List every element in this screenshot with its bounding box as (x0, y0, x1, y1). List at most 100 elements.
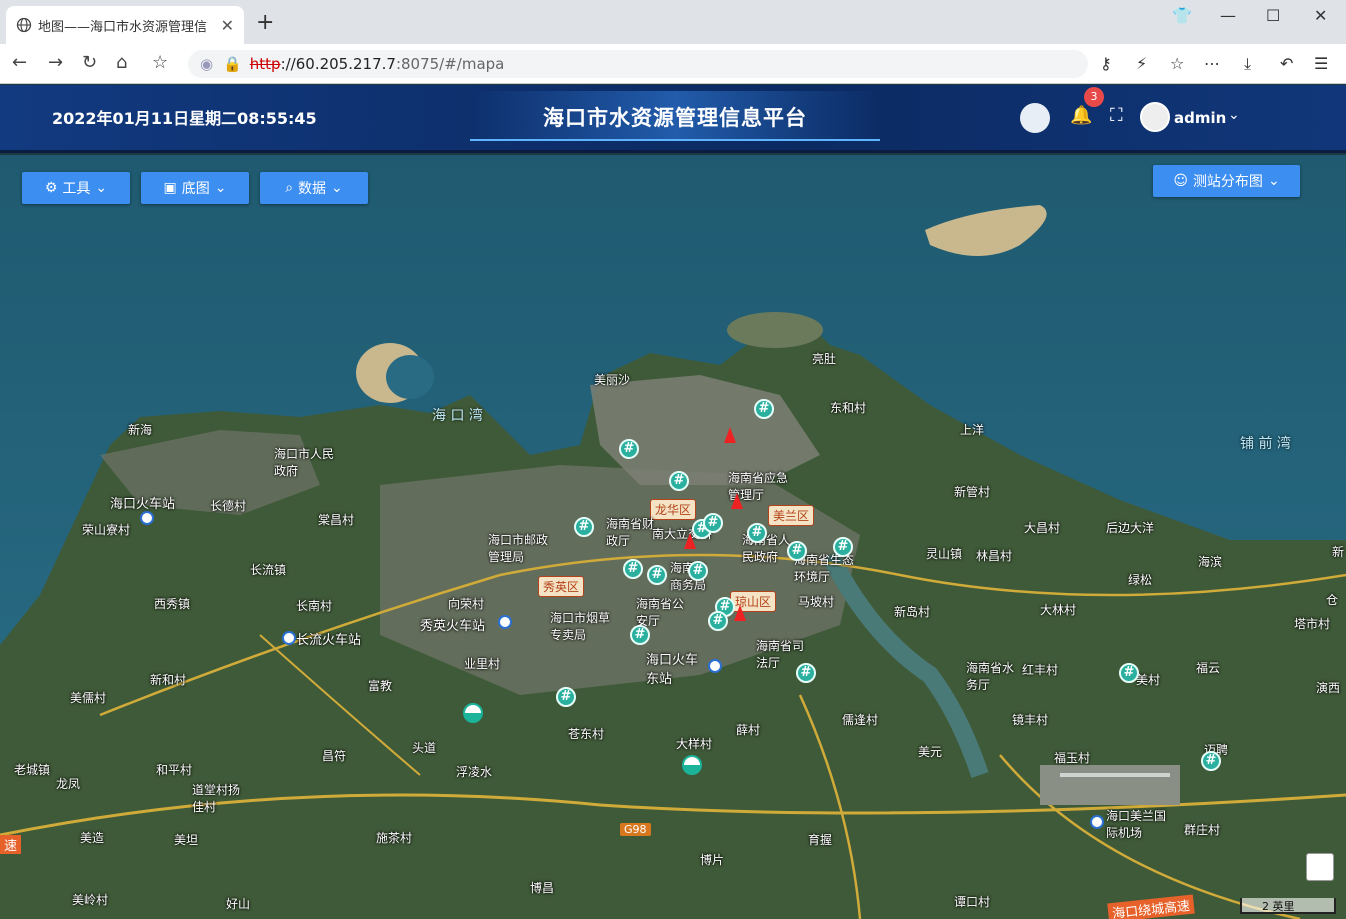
map-fullscreen-button[interactable] (1306, 853, 1334, 881)
user-pin-icon: ☺ (1173, 173, 1188, 189)
place-label: 新 (1332, 545, 1345, 559)
station-marker[interactable]: # (1119, 663, 1139, 683)
station-map-button[interactable]: ☺ 测站分布图 ⌄ (1153, 165, 1300, 197)
close-tab-icon[interactable]: ✕ (221, 16, 234, 35)
alert-pin[interactable] (724, 427, 736, 443)
place-label: 业里村 (464, 657, 501, 671)
station-marker[interactable]: # (556, 687, 576, 707)
data-button[interactable]: ⌕ 数据 ⌄ (260, 172, 368, 204)
district-label-meilan[interactable]: 美兰区 (768, 505, 815, 526)
reload-icon[interactable]: ↻ (82, 52, 97, 73)
forward-icon[interactable]: → (48, 52, 63, 73)
username[interactable]: admin (1174, 109, 1226, 127)
basemap-button[interactable]: ▣ 底图 ⌄ (141, 172, 249, 204)
place-label: 福云 (1196, 661, 1221, 675)
place-label: 海口市烟草专卖局 (550, 611, 611, 642)
place-label: 海滨 (1198, 555, 1223, 569)
station-marker[interactable]: # (647, 565, 667, 585)
train-station-icon[interactable] (282, 631, 296, 645)
train-station-icon[interactable] (708, 659, 722, 673)
url-path: :8075/#/mapa (395, 55, 505, 73)
home-icon[interactable]: ⌂ (116, 52, 127, 73)
bell-icon[interactable]: 🔔 (1070, 105, 1092, 126)
place-label: 富教 (368, 679, 393, 693)
tools-button[interactable]: ⚙ 工具 ⌄ (22, 172, 130, 204)
fullscreen-icon[interactable]: ⛶ (1110, 105, 1123, 126)
shirt-icon[interactable]: 👕 (1172, 6, 1192, 25)
chevron-down-icon[interactable]: ⌄ (1228, 107, 1240, 123)
water-level-marker[interactable] (463, 703, 483, 723)
station-marker[interactable]: # (574, 517, 594, 537)
lightning-icon[interactable]: ⚡ (1136, 54, 1147, 73)
key-icon[interactable]: ⚷ (1100, 54, 1112, 73)
place-label: 大昌村 (1024, 521, 1061, 535)
download-icon[interactable]: ⤓ (1244, 54, 1251, 74)
place-label: 塔市村 (1294, 617, 1331, 631)
undo-icon[interactable]: ↶ (1280, 54, 1293, 73)
avatar[interactable] (1140, 102, 1170, 132)
station-marker[interactable]: # (787, 541, 807, 561)
star-icon[interactable]: ☆ (1170, 54, 1184, 73)
browser-tab[interactable]: 地图——海口市水资源管理信 ✕ (6, 6, 244, 44)
station-marker[interactable]: # (833, 537, 853, 557)
minimize-icon[interactable]: — (1220, 6, 1236, 25)
alert-pin[interactable] (684, 533, 696, 549)
maximize-icon[interactable]: ☐ (1266, 6, 1280, 25)
place-label: 海南省水务厅 (966, 661, 1015, 692)
chevron-down-icon: ⌄ (95, 180, 108, 196)
tools-label: 工具 (62, 181, 91, 197)
station-marker[interactable]: # (669, 471, 689, 491)
station-marker[interactable]: # (1201, 751, 1221, 771)
alert-pin[interactable] (734, 605, 746, 621)
chevron-down-icon: ⌄ (331, 180, 343, 196)
alert-pin[interactable] (731, 493, 743, 509)
basemap-label: 底图 (181, 181, 210, 197)
more-icon[interactable]: ⋯ (1204, 54, 1220, 73)
train-station-icon[interactable] (498, 615, 512, 629)
place-label: 棠昌村 (318, 513, 355, 527)
place-label: 群庄村 (1184, 823, 1221, 837)
station-marker[interactable]: # (630, 625, 650, 645)
station-marker[interactable]: # (623, 559, 643, 579)
station-marker[interactable]: # (703, 513, 723, 533)
place-label: 美坦 (174, 833, 199, 847)
airport-icon[interactable] (1090, 815, 1104, 829)
datetime-display: 2022年01月11日星期二08:55:45 (52, 109, 317, 128)
place-label: 红丰村 (1022, 663, 1059, 677)
place-label: 新岛村 (894, 605, 931, 619)
place-label: 浮凌水 (456, 765, 493, 779)
close-window-icon[interactable]: ✕ (1314, 6, 1327, 25)
site-info-icon[interactable]: ◉ (200, 55, 213, 73)
place-label: 海南省公安厅 (636, 597, 685, 628)
url-field[interactable]: ◉ 🔒 http://60.205.217.7:8075/#/mapa (188, 50, 1088, 78)
place-label: 老城镇 (14, 763, 51, 777)
district-label-xiuying[interactable]: 秀英区 (538, 576, 585, 597)
district-label-longhua[interactable]: 龙华区 (650, 499, 697, 520)
url-protocol: http (249, 55, 281, 73)
place-label: 向荣村 (448, 597, 485, 611)
place-label: 长流镇 (250, 563, 287, 577)
back-icon[interactable]: ← (12, 52, 27, 73)
favorites-icon[interactable]: ☆ (152, 52, 168, 73)
station-marker[interactable]: # (796, 663, 816, 683)
chevron-down-icon: ⌄ (1267, 173, 1280, 189)
bay-label-haikou: 海 口 湾 (432, 408, 483, 424)
chevron-down-icon: ⌄ (214, 180, 227, 196)
menu-icon[interactable]: ☰ (1314, 54, 1328, 73)
place-label: 大林村 (1040, 603, 1077, 617)
place-label: 马坡村 (798, 595, 835, 609)
water-level-marker[interactable] (682, 755, 702, 775)
station-marker[interactable]: # (688, 561, 708, 581)
station-marker[interactable]: # (747, 523, 767, 543)
page-title: 海口市水资源管理信息平台 (543, 106, 807, 130)
station-marker[interactable]: # (708, 611, 728, 631)
map-view[interactable]: ⚙ 工具 ⌄ ▣ 底图 ⌄ ⌕ 数据 ⌄ ☺ 测站分布图 ⌄ 海 口 湾 铺 前… (0, 155, 1346, 919)
train-station-icon[interactable] (140, 511, 154, 525)
station-marker[interactable]: # (754, 399, 774, 419)
place-label: 上洋 (960, 423, 985, 437)
new-tab-icon[interactable]: + (256, 10, 274, 35)
station-marker[interactable]: # (619, 439, 639, 459)
place-label: 海口火车站 (110, 497, 176, 512)
report-icon[interactable] (1020, 103, 1050, 133)
place-label: 西秀镇 (154, 597, 191, 611)
